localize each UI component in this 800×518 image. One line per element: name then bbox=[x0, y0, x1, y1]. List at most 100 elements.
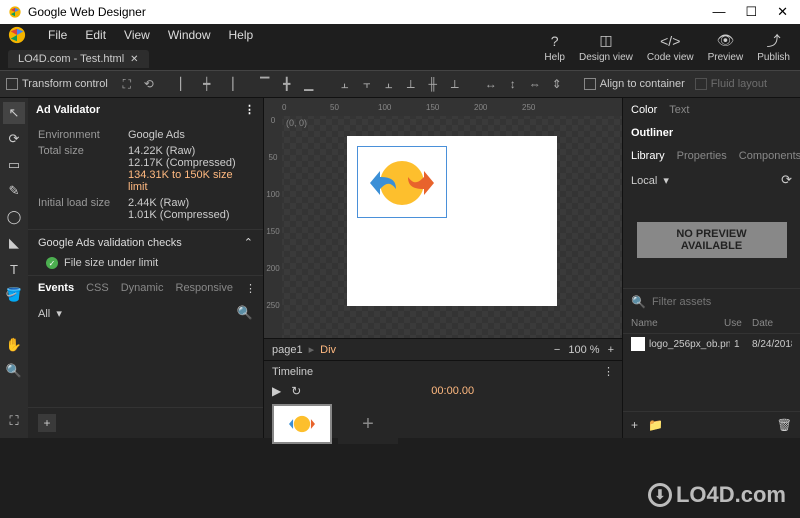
align-left-icon[interactable]: ▏ bbox=[176, 75, 194, 93]
tab-close-icon[interactable]: ✕ bbox=[130, 54, 138, 65]
breadcrumb-page[interactable]: page1 bbox=[272, 344, 303, 356]
menu-window[interactable]: Window bbox=[168, 28, 211, 42]
minimize-button[interactable]: — bbox=[708, 4, 729, 20]
add-scene-button[interactable]: + bbox=[338, 404, 398, 444]
add-asset-button[interactable]: + bbox=[631, 418, 638, 432]
asset-date: 8/24/2018, 9:20:05 PM bbox=[752, 339, 792, 350]
transform-checkbox[interactable] bbox=[6, 78, 18, 90]
align-center-v-icon[interactable]: ╋ bbox=[278, 75, 296, 93]
tabs-more-icon[interactable]: ⋮ bbox=[245, 282, 256, 295]
add-event-button[interactable]: + bbox=[38, 414, 56, 432]
maximize-button[interactable]: ☐ bbox=[741, 4, 761, 20]
tab-css[interactable]: CSS bbox=[86, 282, 109, 295]
asset-row[interactable]: logo_256px_ob.png 1 8/24/2018, 9:20:05 P… bbox=[623, 334, 800, 354]
design-view-button[interactable]: ◫Design view bbox=[579, 32, 633, 63]
help-button[interactable]: ?Help bbox=[544, 32, 565, 63]
design-view-icon: ◫ bbox=[597, 32, 615, 50]
loop-button[interactable]: ↻ bbox=[291, 384, 301, 398]
fluid-checkbox[interactable] bbox=[695, 78, 707, 90]
tab-dynamic[interactable]: Dynamic bbox=[121, 282, 164, 295]
align-top-icon[interactable]: ▔ bbox=[256, 75, 274, 93]
rotate-icon[interactable]: ⟲ bbox=[140, 75, 158, 93]
text-tool[interactable]: T bbox=[3, 258, 25, 280]
asset-use: 1 bbox=[734, 339, 748, 350]
crop-icon[interactable]: ⛶ bbox=[118, 75, 136, 93]
align-right-icon[interactable]: ▕ bbox=[220, 75, 238, 93]
zoom-in-button[interactable]: + bbox=[608, 344, 614, 356]
validation-checks-section[interactable]: Google Ads validation checks ⌃ bbox=[28, 229, 263, 255]
filter-assets-input[interactable] bbox=[652, 296, 794, 308]
init-compressed: 1.01K (Compressed) bbox=[128, 209, 253, 221]
preview-button[interactable]: 👁Preview bbox=[708, 32, 744, 63]
expand-tool[interactable]: ⛶ bbox=[3, 410, 25, 432]
align-center-h-icon[interactable]: ┿ bbox=[198, 75, 216, 93]
tab-events[interactable]: Events bbox=[38, 282, 74, 295]
rp-tab-components[interactable]: Components bbox=[739, 150, 800, 162]
fill-tool[interactable]: 🪣 bbox=[3, 284, 25, 306]
match-width-icon[interactable]: ⇔ bbox=[526, 75, 544, 93]
rotate-3d-tool[interactable]: ⟳ bbox=[3, 128, 25, 150]
dist-right-icon[interactable]: ⫠ bbox=[380, 75, 398, 93]
upload-icon: ⤴ bbox=[765, 32, 783, 50]
publish-button[interactable]: ⤴ Publish bbox=[757, 32, 790, 63]
publish-label: Publish bbox=[757, 52, 790, 63]
close-button[interactable]: ✕ bbox=[773, 4, 792, 20]
filter-assets-row: 🔍 ⓧ bbox=[623, 288, 800, 314]
match-height-icon[interactable]: ⇕ bbox=[548, 75, 566, 93]
spacing-v-icon[interactable]: ↕ bbox=[504, 75, 522, 93]
rp-tab-text[interactable]: Text bbox=[669, 104, 689, 116]
dist-top-icon[interactable]: ⟂ bbox=[402, 75, 420, 93]
tab-responsive[interactable]: Responsive bbox=[176, 282, 233, 295]
stage-footer: page1 ▸ Div − 100 % + bbox=[264, 338, 622, 360]
play-button[interactable]: ▶ bbox=[272, 384, 281, 398]
size-compressed: 12.17K (Compressed) bbox=[128, 157, 253, 169]
spacing-h-icon[interactable]: ↔ bbox=[482, 75, 500, 93]
new-folder-button[interactable]: 📁 bbox=[648, 418, 663, 432]
col-name[interactable]: Name bbox=[631, 318, 724, 329]
align-bottom-icon[interactable]: ▁ bbox=[300, 75, 318, 93]
code-view-button[interactable]: </>Code view bbox=[647, 32, 694, 63]
selection-tool[interactable]: ↖ bbox=[3, 102, 25, 124]
selected-element[interactable] bbox=[357, 146, 447, 218]
rp-tab-color[interactable]: Color bbox=[631, 104, 657, 116]
col-date[interactable]: Date bbox=[752, 318, 792, 329]
hand-tool[interactable]: ✋ bbox=[3, 334, 25, 356]
zoom-tool[interactable]: 🔍 bbox=[3, 360, 25, 382]
align-container-checkbox[interactable] bbox=[584, 78, 596, 90]
logo-image bbox=[362, 151, 442, 215]
panel-menu-icon[interactable]: ⋮ bbox=[244, 103, 255, 116]
delete-asset-button[interactable]: 🗑 bbox=[777, 418, 792, 432]
library-source-select[interactable]: Local ▾ bbox=[631, 174, 781, 187]
cursor-coords: (0, 0) bbox=[286, 118, 307, 128]
stage[interactable]: (0, 0) bbox=[282, 116, 622, 338]
timeline-menu-icon[interactable]: ⋮ bbox=[603, 365, 614, 378]
menu-help[interactable]: Help bbox=[229, 28, 254, 42]
main-area: ↖ ⟳ ▭ ✎ ◯ ◣ T 🪣 ✋ 🔍 ⛶ Ad Validator ⋮ Env… bbox=[0, 98, 800, 438]
rp-tab-library[interactable]: Library bbox=[631, 150, 665, 162]
rp-tab-properties[interactable]: Properties bbox=[677, 150, 727, 162]
refresh-icon[interactable]: ⟳ bbox=[781, 172, 792, 188]
tag-tool[interactable]: ◣ bbox=[3, 232, 25, 254]
check-label: File size under limit bbox=[64, 257, 158, 269]
shape-tool[interactable]: ◯ bbox=[3, 206, 25, 228]
outliner-header[interactable]: Outliner bbox=[623, 122, 800, 144]
options-bar: Transform control ⛶ ⟲ ▏ ┿ ▕ ▔ ╋ ▁ ⫠ ⫟ ⫠ … bbox=[0, 70, 800, 98]
element-tool[interactable]: ▭ bbox=[3, 154, 25, 176]
events-filter-select[interactable]: All ▾ bbox=[38, 307, 227, 320]
dist-left-icon[interactable]: ⫠ bbox=[336, 75, 354, 93]
breadcrumb-element[interactable]: Div bbox=[320, 344, 336, 356]
document-page[interactable] bbox=[347, 136, 557, 306]
canvas-area: 050100150200250 050100150200250 (0, 0) bbox=[264, 98, 622, 438]
pen-tool[interactable]: ✎ bbox=[3, 180, 25, 202]
zoom-out-button[interactable]: − bbox=[554, 344, 560, 356]
dist-center-h-icon[interactable]: ⫟ bbox=[358, 75, 376, 93]
menu-file[interactable]: File bbox=[48, 28, 67, 42]
menu-view[interactable]: View bbox=[124, 28, 150, 42]
dist-bottom-icon[interactable]: ⟂ bbox=[446, 75, 464, 93]
col-use[interactable]: Use bbox=[724, 318, 752, 329]
dist-center-v-icon[interactable]: ╫ bbox=[424, 75, 442, 93]
scene-thumbnail[interactable] bbox=[272, 404, 332, 444]
document-tab[interactable]: LO4D.com - Test.html ✕ bbox=[8, 50, 149, 68]
menu-edit[interactable]: Edit bbox=[85, 28, 106, 42]
search-icon[interactable]: 🔍 bbox=[237, 305, 253, 321]
